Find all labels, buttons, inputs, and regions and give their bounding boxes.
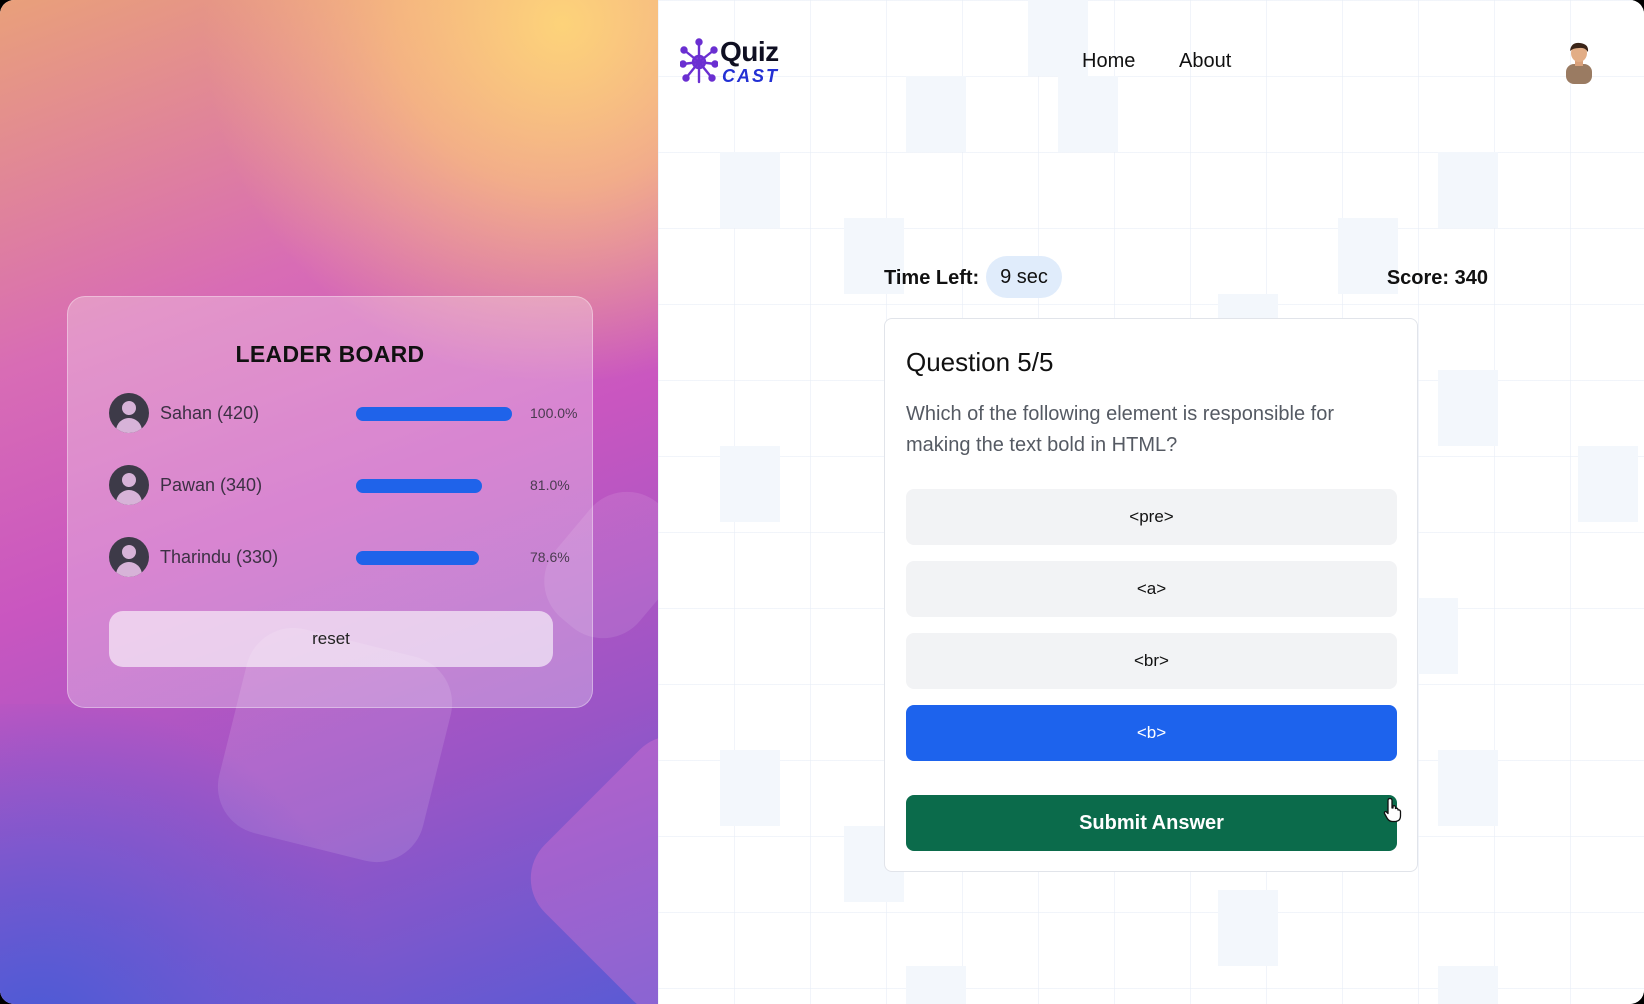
person-icon <box>109 465 149 505</box>
person-icon <box>109 393 149 433</box>
leaderboard-title: LEADER BOARD <box>235 341 425 367</box>
time-left-label: Time Left: <box>884 267 980 289</box>
score-percent: 81.0% <box>530 477 570 493</box>
score-bar <box>356 479 482 493</box>
score-percent: 100.0% <box>530 405 578 421</box>
app-window: LEADER BOARD Sahan (420) 100.0% Pawan (3… <box>0 0 1644 1004</box>
nav-about-link[interactable]: About <box>1179 50 1231 73</box>
logo-text-cast: CAST <box>722 66 779 86</box>
score-bar <box>356 551 479 565</box>
user-avatar-icon[interactable] <box>1558 40 1600 84</box>
leaderboard-row: Pawan (340) 81.0% <box>109 465 570 507</box>
time-left-badge: 9 sec <box>986 256 1062 298</box>
background-tile <box>906 76 966 152</box>
background-tile <box>1028 0 1088 76</box>
question-card: Question 5/5 Which of the following elem… <box>884 318 1418 872</box>
background-tile <box>1438 152 1498 228</box>
background-tile <box>720 446 780 522</box>
background-tile <box>1578 446 1638 522</box>
reset-button[interactable]: reset <box>109 611 553 667</box>
logo-text-quiz: Quiz <box>720 36 779 67</box>
score-bar <box>356 407 512 421</box>
background-tile <box>720 152 780 228</box>
nav-home-link[interactable]: Home <box>1082 50 1135 73</box>
quizcast-logo[interactable]: Quiz CAST <box>680 36 790 88</box>
answer-option[interactable]: <a> <box>906 561 1397 617</box>
question-title: Question 5/5 <box>906 347 1054 377</box>
answer-option[interactable]: <br> <box>906 633 1397 689</box>
background-tile <box>1058 76 1118 152</box>
background-tile <box>1438 966 1498 1004</box>
background-tile <box>720 750 780 826</box>
leaderboard-row: Sahan (420) 100.0% <box>109 393 577 435</box>
quiz-pane: Quiz CAST Home About Time Left: 9 sec Sc… <box>658 0 1644 1004</box>
person-icon <box>109 537 149 577</box>
hand-pointer-icon <box>1383 797 1402 823</box>
background-tile <box>1438 750 1498 826</box>
player-name: Sahan (420) <box>160 403 260 423</box>
background-tile <box>906 966 966 1004</box>
leaderboard-pane: LEADER BOARD Sahan (420) 100.0% Pawan (3… <box>0 0 658 1004</box>
score-label: Score: 340 <box>1386 267 1488 289</box>
background-tile <box>1438 370 1498 446</box>
brain-icon <box>680 38 718 84</box>
answer-option[interactable]: <b> <box>906 705 1397 761</box>
leaderboard-card: LEADER BOARD Sahan (420) 100.0% Pawan (3… <box>67 296 593 708</box>
question-text: Which of the following element is respon… <box>906 403 1334 456</box>
answer-option[interactable]: <pre> <box>906 489 1397 545</box>
score-percent: 78.6% <box>530 549 570 565</box>
decorative-shape <box>510 715 658 1004</box>
player-name: Tharindu (330) <box>160 547 279 567</box>
leaderboard-row: Tharindu (330) 78.6% <box>109 537 570 579</box>
player-name: Pawan (340) <box>160 475 263 495</box>
submit-answer-button[interactable]: Submit Answer <box>906 795 1397 851</box>
background-tile <box>1218 890 1278 966</box>
